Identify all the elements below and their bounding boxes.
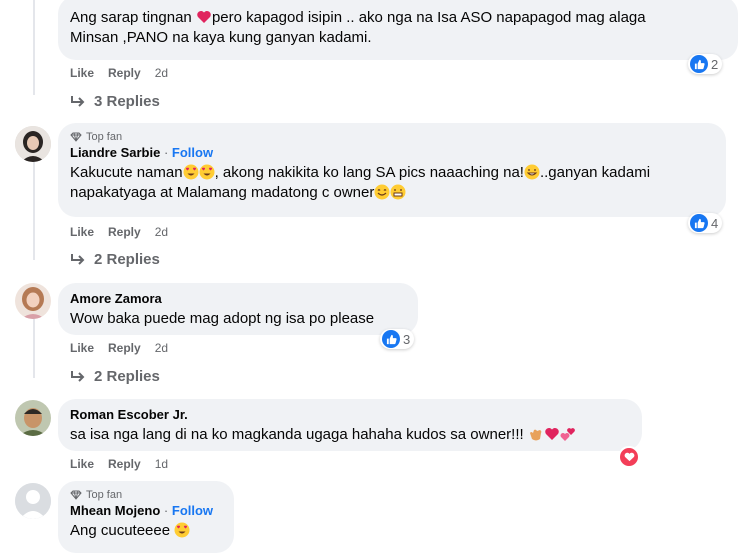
comment-text-line2: napakatyaga at Malamang madatong c owner — [70, 183, 714, 203]
reply-button[interactable]: Reply — [108, 225, 141, 239]
reply-arrow-icon — [71, 253, 85, 265]
follow-button[interactable]: Follow — [172, 145, 213, 160]
heart-eyes-emoji-icon — [183, 164, 199, 180]
diamond-icon — [70, 490, 82, 500]
like-button[interactable]: Like — [70, 225, 94, 239]
view-replies-button[interactable]: 3 Replies — [70, 93, 160, 110]
commenter-name-row: Mhean Mojeno · Follow — [70, 503, 222, 518]
timestamp[interactable]: 2d — [155, 66, 168, 80]
reply-button[interactable]: Reply — [108, 457, 141, 471]
thread-line — [33, 318, 35, 378]
reaction-count: 3 — [403, 331, 411, 347]
comment-text: sa isa nga lang di na ko magkanda ugaga … — [70, 425, 630, 445]
comment-text: Kakucute naman, akong nakikita ko lang S… — [70, 164, 651, 181]
default-avatar-icon — [15, 483, 51, 519]
like-reaction-icon — [382, 330, 400, 348]
follow-button[interactable]: Follow — [172, 503, 213, 518]
like-reaction-icon — [690, 55, 708, 73]
reply-arrow-icon — [71, 370, 85, 382]
separator: · — [163, 145, 169, 160]
comment-text: Ang cucuteeee — [70, 521, 222, 541]
smiling-emoji-icon — [374, 184, 390, 200]
heart-eyes-emoji-icon — [174, 522, 190, 538]
red-heart-icon — [197, 11, 211, 23]
replies-count: 3 Replies — [94, 93, 160, 110]
reply-button[interactable]: Reply — [108, 341, 141, 355]
two-hearts-icon — [560, 428, 575, 441]
comment-bubble: Amore Zamora Wow baka puede mag adopt ng… — [58, 283, 418, 335]
reaction-count: 4 — [711, 215, 719, 231]
like-reaction-icon — [690, 214, 708, 232]
avatar[interactable] — [15, 483, 51, 519]
reaction-summary[interactable]: 2 — [688, 54, 723, 74]
view-replies-button[interactable]: 2 Replies — [70, 251, 160, 268]
commenter-name[interactable]: Mhean Mojeno — [70, 503, 160, 518]
heart-eyes-emoji-icon — [199, 164, 215, 180]
diamond-icon — [70, 132, 82, 142]
like-button[interactable]: Like — [70, 341, 94, 355]
timestamp[interactable]: 1d — [155, 457, 168, 471]
reaction-count: 2 — [711, 56, 719, 72]
comment-bubble: Top fan Mhean Mojeno · Follow Ang cucute… — [58, 481, 234, 553]
reply-arrow-icon — [71, 95, 85, 107]
timestamp[interactable]: 2d — [155, 341, 168, 355]
badge-label: Top fan — [86, 131, 123, 143]
top-fan-badge: Top fan — [70, 489, 222, 501]
comment-text-line2: Minsan ,PANO na kaya kung ganyan kadami. — [70, 29, 372, 46]
reply-button[interactable]: Reply — [108, 66, 141, 80]
red-heart-icon — [545, 428, 559, 440]
view-replies-button[interactable]: 2 Replies — [70, 368, 160, 385]
thread-line — [33, 160, 35, 260]
love-reaction-icon[interactable] — [618, 446, 640, 468]
avatar[interactable] — [15, 126, 51, 162]
comment-bubble: Ang sarap tingnan pero kapagod isipin ..… — [58, 0, 738, 60]
grinning-sweat-emoji-icon — [524, 164, 540, 180]
like-button[interactable]: Like — [70, 457, 94, 471]
avatar[interactable] — [15, 283, 51, 319]
commenter-name-row: Liandre Sarbie · Follow — [70, 145, 714, 160]
comment-text: Wow baka puede mag adopt ng isa po pleas… — [70, 310, 375, 327]
like-button[interactable]: Like — [70, 66, 94, 80]
commenter-name[interactable]: Liandre Sarbie — [70, 145, 160, 160]
comment-text: Ang sarap tingnan pero kapagod isipin ..… — [70, 9, 646, 26]
reaction-summary[interactable]: 3 — [380, 329, 415, 349]
commenter-name[interactable]: Roman Escober Jr. — [70, 407, 630, 422]
comment-actions: Like Reply 2d — [70, 225, 182, 239]
grimacing-emoji-icon — [390, 184, 406, 200]
comment-actions: Like Reply 2d — [70, 66, 182, 80]
timestamp[interactable]: 2d — [155, 225, 168, 239]
replies-count: 2 Replies — [94, 368, 160, 385]
commenter-name[interactable]: Amore Zamora — [70, 291, 406, 306]
comment-actions: Like Reply 1d — [70, 457, 182, 471]
reaction-summary[interactable]: 4 — [688, 213, 723, 233]
clapping-hands-emoji-icon — [529, 429, 542, 441]
comment-bubble: Top fan Liandre Sarbie · Follow Kakucute… — [58, 123, 726, 217]
comment-bubble: Roman Escober Jr. sa isa nga lang di na … — [58, 399, 642, 451]
top-fan-badge: Top fan — [70, 131, 714, 143]
replies-count: 2 Replies — [94, 251, 160, 268]
separator: · — [163, 503, 169, 518]
comment-actions: Like Reply 2d — [70, 341, 182, 355]
avatar[interactable] — [15, 400, 51, 436]
thread-line — [33, 0, 35, 95]
badge-label: Top fan — [86, 489, 123, 501]
